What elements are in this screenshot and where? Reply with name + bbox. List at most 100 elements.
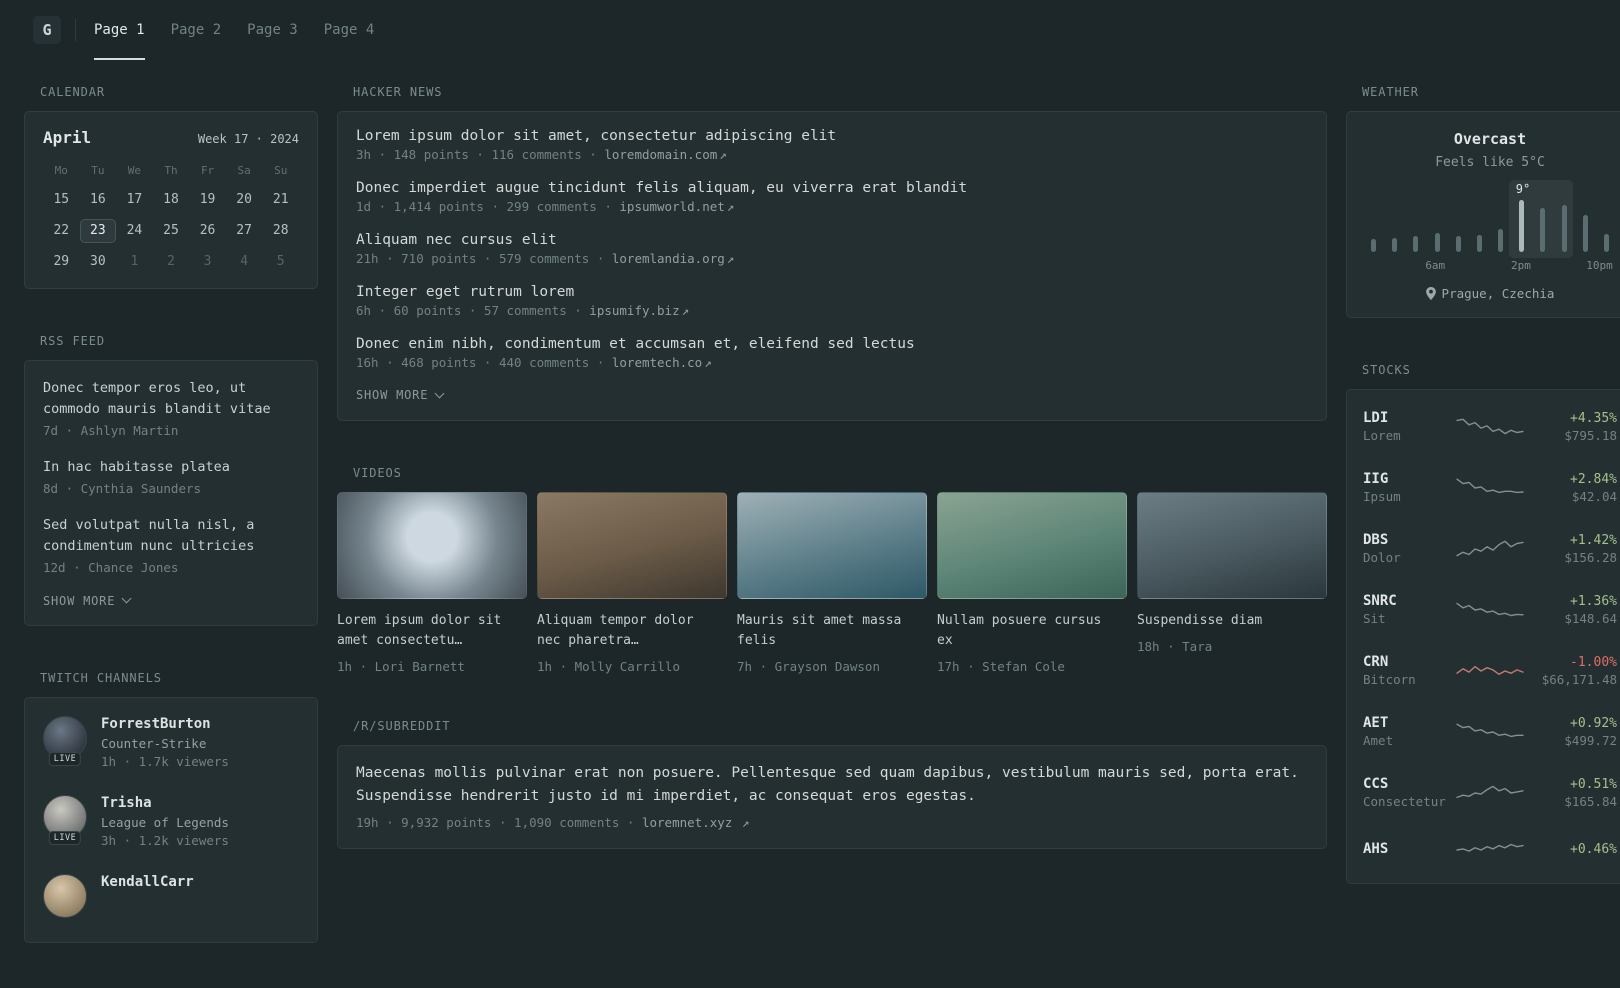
hn-show-more-button[interactable]: SHOW MORE	[356, 388, 1308, 402]
stock-row[interactable]: LDI Lorem +4.35% $795.18	[1363, 396, 1617, 457]
video-card[interactable]: Mauris sit amet massa felis 7h · Grayson …	[737, 492, 927, 674]
hn-item-title[interactable]: Integer eget rutrum lorem	[356, 284, 1308, 300]
stock-row[interactable]: DBS Dolor +1.42% $156.28	[1363, 518, 1617, 579]
twitch-channel-info: ForrestBurton Counter-Strike 1h · 1.7k vie…	[101, 716, 229, 769]
twitch-channel-name[interactable]: KendallCarr	[101, 874, 194, 890]
video-title[interactable]: Aliquam tempor dolor nec pharetra…	[537, 611, 727, 651]
calendar-day: 3	[203, 254, 212, 269]
twitch-channel-name[interactable]: ForrestBurton	[101, 716, 229, 732]
hn-item: Lorem ipsum dolor sit amet, consectetur …	[356, 128, 1308, 162]
video-thumbnail[interactable]	[337, 492, 527, 599]
calendar-month-label: April	[43, 128, 92, 147]
rss-item-title[interactable]: Sed volutpat nulla nisl, a condimentum n…	[43, 515, 299, 557]
rss-item-meta: 8d · Cynthia Saunders	[43, 480, 202, 496]
stock-change: +1.36%	[1570, 593, 1617, 609]
avatar-image	[43, 873, 87, 918]
video-thumbnail[interactable]	[1137, 492, 1327, 599]
weather-chart: 6am 2pm 10pm 9°	[1363, 180, 1617, 274]
stock-values: +4.35% $795.18	[1533, 411, 1617, 443]
stock-symbol: SNRC	[1363, 593, 1397, 609]
stock-symbol: DBS	[1363, 532, 1389, 548]
calendar-day: 23	[79, 219, 117, 243]
stock-sparkline-chart	[1456, 843, 1524, 852]
app-logo[interactable]: G	[33, 16, 61, 44]
hn-item-source-link[interactable]: loremlandia.org	[612, 251, 725, 266]
twitch-channel-game[interactable]: Counter-Strike	[101, 736, 229, 751]
stock-row[interactable]: AHS +0.46%	[1363, 823, 1617, 877]
video-card[interactable]: Aliquam tempor dolor nec pharetra… 1h · M…	[537, 492, 727, 674]
subreddit-post-meta: 19h · 9,932 points · 1,090 comments · lo…	[356, 815, 1308, 830]
video-thumbnail[interactable]	[937, 492, 1127, 599]
video-meta: 17h · Stefan Cole	[937, 659, 1065, 675]
stock-row[interactable]: CCS Consectetur +0.51% $165.84	[1363, 762, 1617, 823]
rss-item-title[interactable]: Donec tempor eros leo, ut commodo mauris…	[43, 378, 299, 420]
calendar-day: 20	[236, 192, 252, 207]
stock-row[interactable]: SNRC Sit +1.36% $148.64	[1363, 579, 1617, 640]
tab-page-4[interactable]: Page 4	[324, 0, 375, 60]
twitch-channel-name[interactable]: Trisha	[101, 795, 229, 811]
weather-location-label: Prague, Czechia	[1441, 286, 1555, 301]
stock-values: +0.46%	[1533, 842, 1617, 859]
subreddit-post-source-link[interactable]: loremnet.xyz	[642, 815, 732, 830]
stocks-widget-title: STOCKS	[1362, 363, 1411, 377]
hn-item-source-link[interactable]: ipsumworld.net	[619, 199, 724, 214]
video-thumbnail[interactable]	[537, 492, 727, 599]
stock-row[interactable]: CRN Bitcorn -1.00% $66,171.48	[1363, 640, 1617, 701]
weather-time-axis: 6am 2pm 10pm	[1371, 259, 1612, 274]
stock-sparkline-chart	[1456, 540, 1524, 556]
tab-page-3[interactable]: Page 3	[247, 0, 298, 60]
hn-item-title[interactable]: Lorem ipsum dolor sit amet, consectetur …	[356, 128, 1308, 144]
video-title[interactable]: Lorem ipsum dolor sit amet consectetu…	[337, 611, 527, 651]
subreddit-post-title[interactable]: Maecenas mollis pulvinar erat non posuer…	[356, 762, 1308, 808]
weather-bar	[1498, 229, 1504, 252]
video-title[interactable]: Nullam posuere cursus ex	[937, 611, 1127, 651]
twitch-channel-game[interactable]: League of Legends	[101, 815, 229, 830]
stock-symbol: IIG	[1363, 471, 1389, 487]
stock-change: -1.00%	[1570, 654, 1617, 670]
rss-show-more-button[interactable]: SHOW MORE	[43, 594, 299, 608]
stock-symbol: CRN	[1363, 654, 1389, 670]
twitch-widget: TWITCH CHANNELS LIVE ForrestBurton Counter…	[24, 671, 318, 943]
stock-change: +0.92%	[1570, 715, 1617, 731]
video-card[interactable]: Lorem ipsum dolor sit amet consectetu… 1h…	[337, 492, 527, 674]
weather-time-label: 6am	[1425, 259, 1446, 272]
hn-item: Donec enim nibh, condimentum et accumsan…	[356, 336, 1308, 370]
video-card[interactable]: Nullam posuere cursus ex 17h · Stefan Col…	[937, 492, 1127, 674]
weather-bar	[1561, 205, 1567, 252]
video-title[interactable]: Mauris sit amet massa felis	[737, 611, 927, 651]
hn-item-title[interactable]: Aliquam nec cursus elit	[356, 232, 1308, 248]
stock-price: $499.72	[1564, 732, 1617, 748]
external-link-icon	[727, 251, 735, 266]
stock-price: $148.64	[1564, 610, 1617, 626]
hn-item-source-link[interactable]: ipsumify.biz	[589, 303, 679, 318]
subreddit-card: Maecenas mollis pulvinar erat non posuer…	[337, 745, 1327, 849]
weather-widget: WEATHER Overcast Feels like 5°C 6am 2pm 10…	[1346, 85, 1620, 318]
twitch-channel[interactable]: LIVE ForrestBurton Counter-Strike 1h · 1.7k…	[43, 715, 299, 769]
stock-id: AET Amet	[1363, 715, 1447, 748]
video-meta: 1h · Molly Carrillo	[537, 659, 680, 675]
stock-name: Amet	[1363, 733, 1394, 748]
hn-item-title[interactable]: Donec enim nibh, condimentum et accumsan…	[356, 336, 1308, 352]
video-thumbnail[interactable]	[737, 492, 927, 599]
stock-sparkline	[1455, 536, 1525, 562]
tab-page-2[interactable]: Page 2	[171, 0, 222, 60]
stock-row[interactable]: IIG Ipsum +2.84% $42.04	[1363, 457, 1617, 518]
tab-page-1[interactable]: Page 1	[94, 0, 145, 60]
video-meta: 18h · Tara	[1137, 639, 1213, 655]
twitch-widget-title: TWITCH CHANNELS	[40, 670, 162, 685]
calendar-widget-title: CALENDAR	[40, 85, 105, 99]
stock-id: SNRC Sit	[1363, 593, 1447, 626]
rss-item-title[interactable]: In hac habitasse platea	[43, 457, 299, 478]
twitch-channel[interactable]: LIVE Trisha League of Legends 3h · 1.2k vie…	[43, 794, 299, 848]
hn-item-source-link[interactable]: loremtech.co	[612, 355, 702, 370]
video-title[interactable]: Suspendisse diam	[1137, 611, 1327, 631]
twitch-channel[interactable]: KendallCarr	[43, 873, 299, 918]
video-card[interactable]: Suspendisse diam 18h · Tara	[1137, 492, 1327, 674]
weather-bar	[1434, 233, 1440, 252]
weather-bar	[1603, 234, 1609, 252]
hn-item-source-link[interactable]: loremdomain.com	[604, 147, 717, 162]
subreddit-widget: /R/SUBREDDIT Maecenas mollis pulvinar er…	[337, 719, 1327, 849]
subreddit-widget-title: /R/SUBREDDIT	[353, 719, 451, 734]
hn-item-title[interactable]: Donec imperdiet augue tincidunt felis al…	[356, 180, 1308, 196]
stock-row[interactable]: AET Amet +0.92% $499.72	[1363, 701, 1617, 762]
